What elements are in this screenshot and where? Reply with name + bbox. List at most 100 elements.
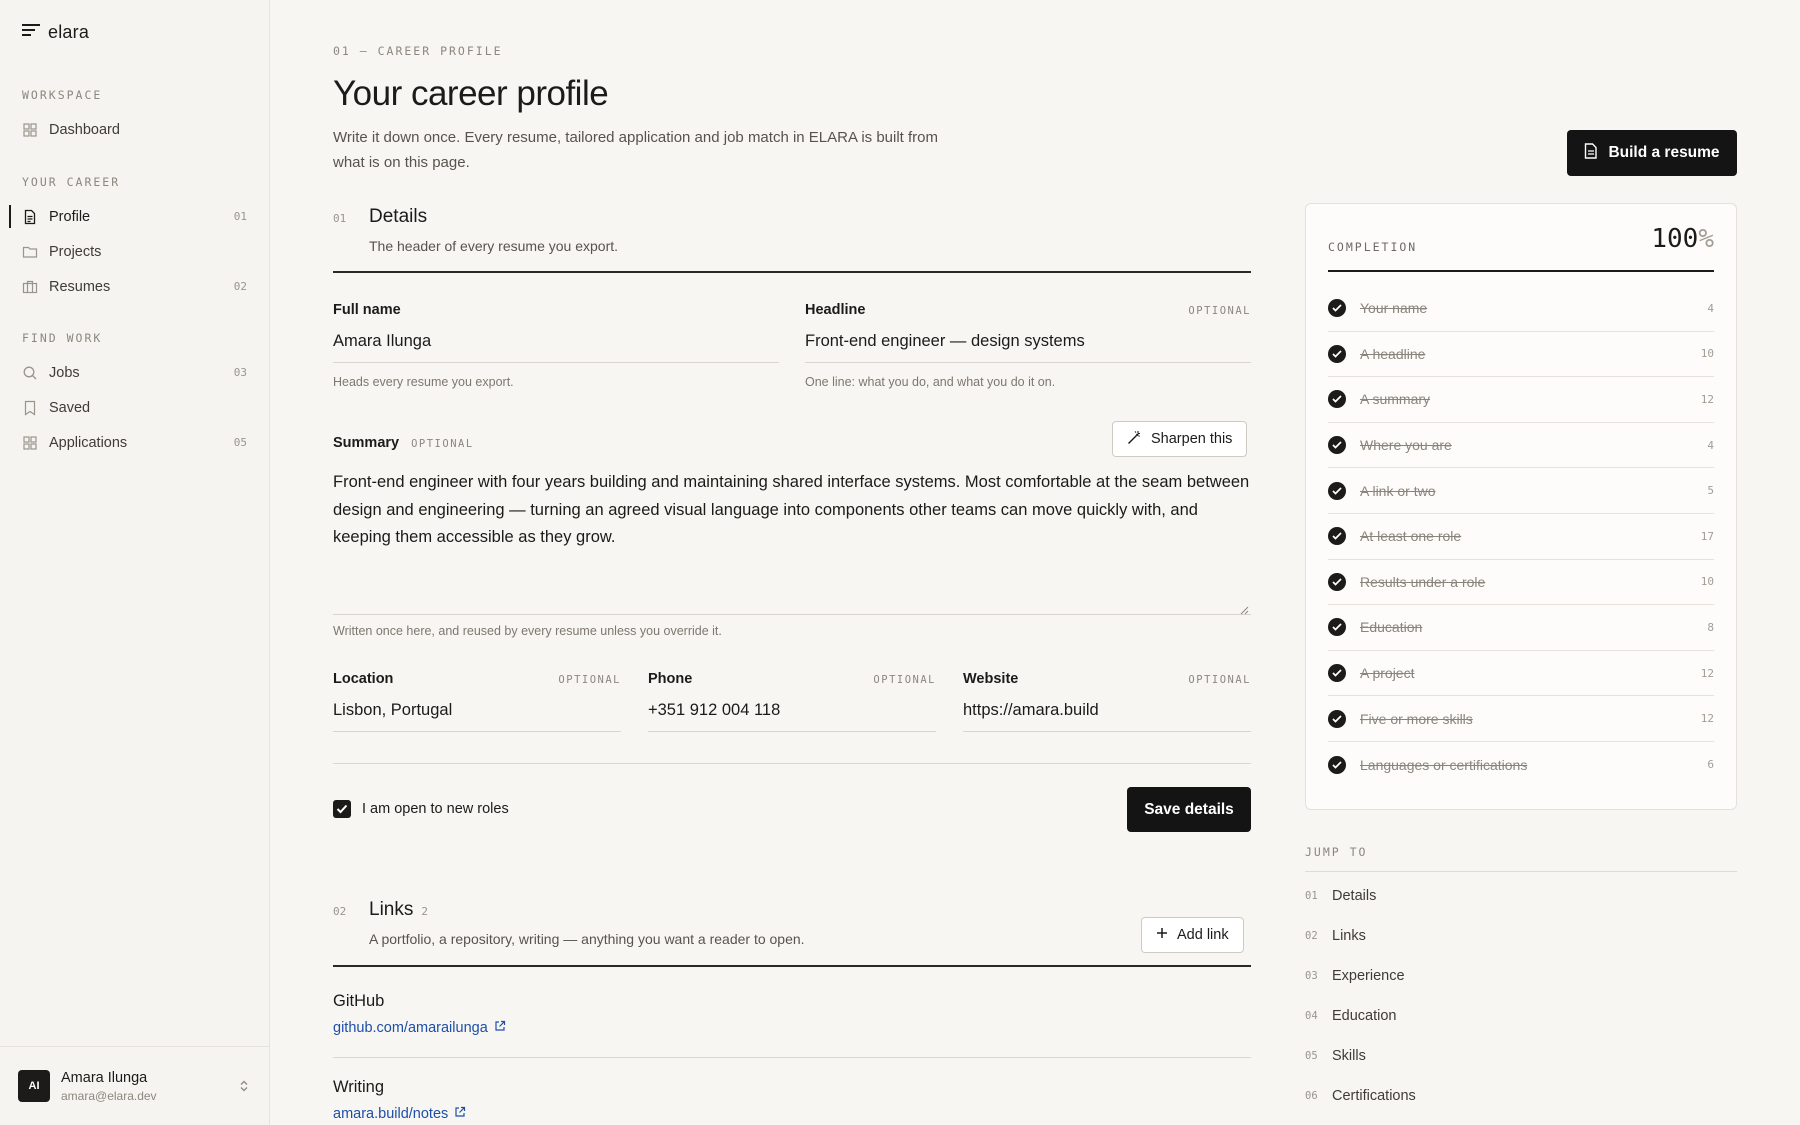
section-divider <box>333 271 1251 273</box>
completion-item-label: A link or two <box>1360 482 1436 499</box>
sidebar-item-count: 01 <box>233 210 247 223</box>
completion-item[interactable]: A summary 12 <box>1328 377 1714 423</box>
completion-item[interactable]: Your name 4 <box>1328 286 1714 332</box>
section-description: The header of every resume you export. <box>369 238 619 254</box>
completion-item[interactable]: Education 8 <box>1328 605 1714 651</box>
section-number: 01 <box>333 212 347 225</box>
jump-to-number: 06 <box>1305 1090 1318 1102</box>
location-input[interactable] <box>333 701 621 732</box>
completion-item[interactable]: Where you are 4 <box>1328 423 1714 469</box>
completion-item[interactable]: At least one role 17 <box>1328 514 1714 560</box>
field-label-text: Headline <box>805 302 866 318</box>
headline-input[interactable] <box>805 332 1251 363</box>
jump-to-item-certifications[interactable]: 06 Certifications <box>1305 1076 1737 1116</box>
completion-item-points: 8 <box>1707 620 1714 634</box>
field-label: Summary OPTIONAL <box>333 435 933 451</box>
save-details-button[interactable]: Save details <box>1127 787 1251 832</box>
full-name-input[interactable] <box>333 332 779 363</box>
section-divider <box>333 965 1251 967</box>
sidebar-item-label: Profile <box>49 208 91 225</box>
briefcase-icon <box>22 279 38 295</box>
search-icon <box>22 365 38 381</box>
jump-to-label: Experience <box>1332 968 1405 984</box>
user-name: Amara Ilunga <box>61 1069 148 1086</box>
document-icon <box>1584 142 1598 164</box>
completion-item[interactable]: Results under a role 10 <box>1328 560 1714 606</box>
sidebar-item-dashboard[interactable]: Dashboard <box>22 112 247 147</box>
brand[interactable]: elara <box>22 22 89 43</box>
sidebar-item-jobs[interactable]: Jobs 03 <box>22 355 247 390</box>
section-description: A portfolio, a repository, writing — any… <box>369 931 805 947</box>
chevron-up-down-icon[interactable] <box>237 1079 251 1093</box>
sharpen-button[interactable]: Sharpen this <box>1112 421 1248 457</box>
nav-section-find-work: FIND WORK Jobs 03 Saved Applications 05 <box>22 331 247 460</box>
link-url-text[interactable]: github.com/amarailunga <box>333 1020 488 1036</box>
completion-item-label: A headline <box>1360 345 1426 362</box>
link-item: GitHub github.com/amarailunga <box>333 992 506 1036</box>
check-circle-icon <box>1328 436 1346 455</box>
check-circle-icon <box>1328 390 1346 409</box>
bookmark-icon <box>22 400 38 416</box>
completion-item-label: A project <box>1360 665 1415 682</box>
jump-to-item-links[interactable]: 02 Links <box>1305 916 1737 956</box>
sharpen-label: Sharpen this <box>1151 431 1233 447</box>
jump-to-label: Details <box>1332 888 1377 904</box>
sidebar-item-applications[interactable]: Applications 05 <box>22 425 247 460</box>
field-label-text: Phone <box>648 671 693 687</box>
sidebar-item-resumes[interactable]: Resumes 02 <box>22 269 247 304</box>
nav-heading: WORKSPACE <box>22 88 103 102</box>
jump-to-label: Skills <box>1332 1048 1366 1064</box>
resize-handle-icon[interactable] <box>1239 602 1249 615</box>
jump-to-item-experience[interactable]: 03 Experience <box>1305 956 1737 996</box>
jump-to-label: Education <box>1332 1008 1397 1024</box>
completion-item[interactable]: A project 12 <box>1328 651 1714 697</box>
link-title: GitHub <box>333 992 385 1010</box>
jump-to-number: 05 <box>1305 1050 1318 1062</box>
link-url[interactable]: github.com/amarailunga <box>333 1020 506 1036</box>
sidebar-item-label: Projects <box>49 243 102 260</box>
dashboard-icon <box>22 122 38 138</box>
phone-input[interactable] <box>648 701 936 732</box>
divider <box>333 1057 1251 1058</box>
nav-section-your-career: YOUR CAREER Profile 01 Projects Resumes … <box>9 175 247 304</box>
avatar: AI <box>18 1070 50 1102</box>
build-resume-button[interactable]: Build a resume <box>1567 130 1737 176</box>
sidebar-item-saved[interactable]: Saved <box>22 390 247 425</box>
jump-to-heading: JUMP TO <box>1305 845 1737 872</box>
add-link-button[interactable]: Add link <box>1141 917 1244 953</box>
user-menu[interactable]: AI Amara Ilunga amara@elara.dev <box>0 1046 269 1125</box>
field-label-text: Website <box>963 671 1019 687</box>
completion-item[interactable]: A headline 10 <box>1328 332 1714 378</box>
check-circle-icon <box>1328 344 1346 363</box>
open-to-roles-checkbox[interactable] <box>333 800 351 818</box>
jump-to-item-education[interactable]: 04 Education <box>1305 996 1737 1036</box>
sidebar-item-projects[interactable]: Projects <box>22 234 247 269</box>
completion-item-points: 10 <box>1700 347 1714 361</box>
link-title: Writing <box>333 1078 385 1096</box>
section-number: 02 <box>333 905 347 918</box>
link-item: Writing amara.build/notes <box>333 1078 466 1122</box>
website-input[interactable] <box>963 701 1251 732</box>
completion-item[interactable]: A link or two 5 <box>1328 468 1714 514</box>
nav-heading: FIND WORK <box>22 331 103 345</box>
sidebar-item-label: Applications <box>49 434 128 451</box>
link-url-text[interactable]: amara.build/notes <box>333 1106 448 1122</box>
brand-name: elara <box>48 22 90 42</box>
menu-icon[interactable] <box>22 23 40 42</box>
completion-item-points: 6 <box>1707 758 1714 772</box>
completion-item-label: Five or more skills <box>1360 710 1473 727</box>
completion-item[interactable]: Languages or certifications 6 <box>1328 742 1714 788</box>
completion-item[interactable]: Five or more skills 12 <box>1328 696 1714 742</box>
completion-item-label: At least one role <box>1360 528 1462 545</box>
jump-to-item-details[interactable]: 01 Details <box>1305 876 1737 916</box>
summary-textarea[interactable]: Front-end engineer with four years build… <box>333 469 1251 615</box>
nav-section-workspace: WORKSPACE Dashboard <box>22 88 247 147</box>
sidebar-item-profile[interactable]: Profile 01 <box>9 199 247 234</box>
link-url[interactable]: amara.build/notes <box>333 1106 466 1122</box>
check-circle-icon <box>1328 709 1346 728</box>
open-to-roles-label[interactable]: I am open to new roles <box>362 801 509 817</box>
check-circle-icon <box>1328 572 1346 591</box>
field-label: Headline OPTIONAL <box>805 302 1251 318</box>
jump-to-item-skills[interactable]: 05 Skills <box>1305 1036 1737 1076</box>
completion-item-label: Your name <box>1360 300 1428 317</box>
